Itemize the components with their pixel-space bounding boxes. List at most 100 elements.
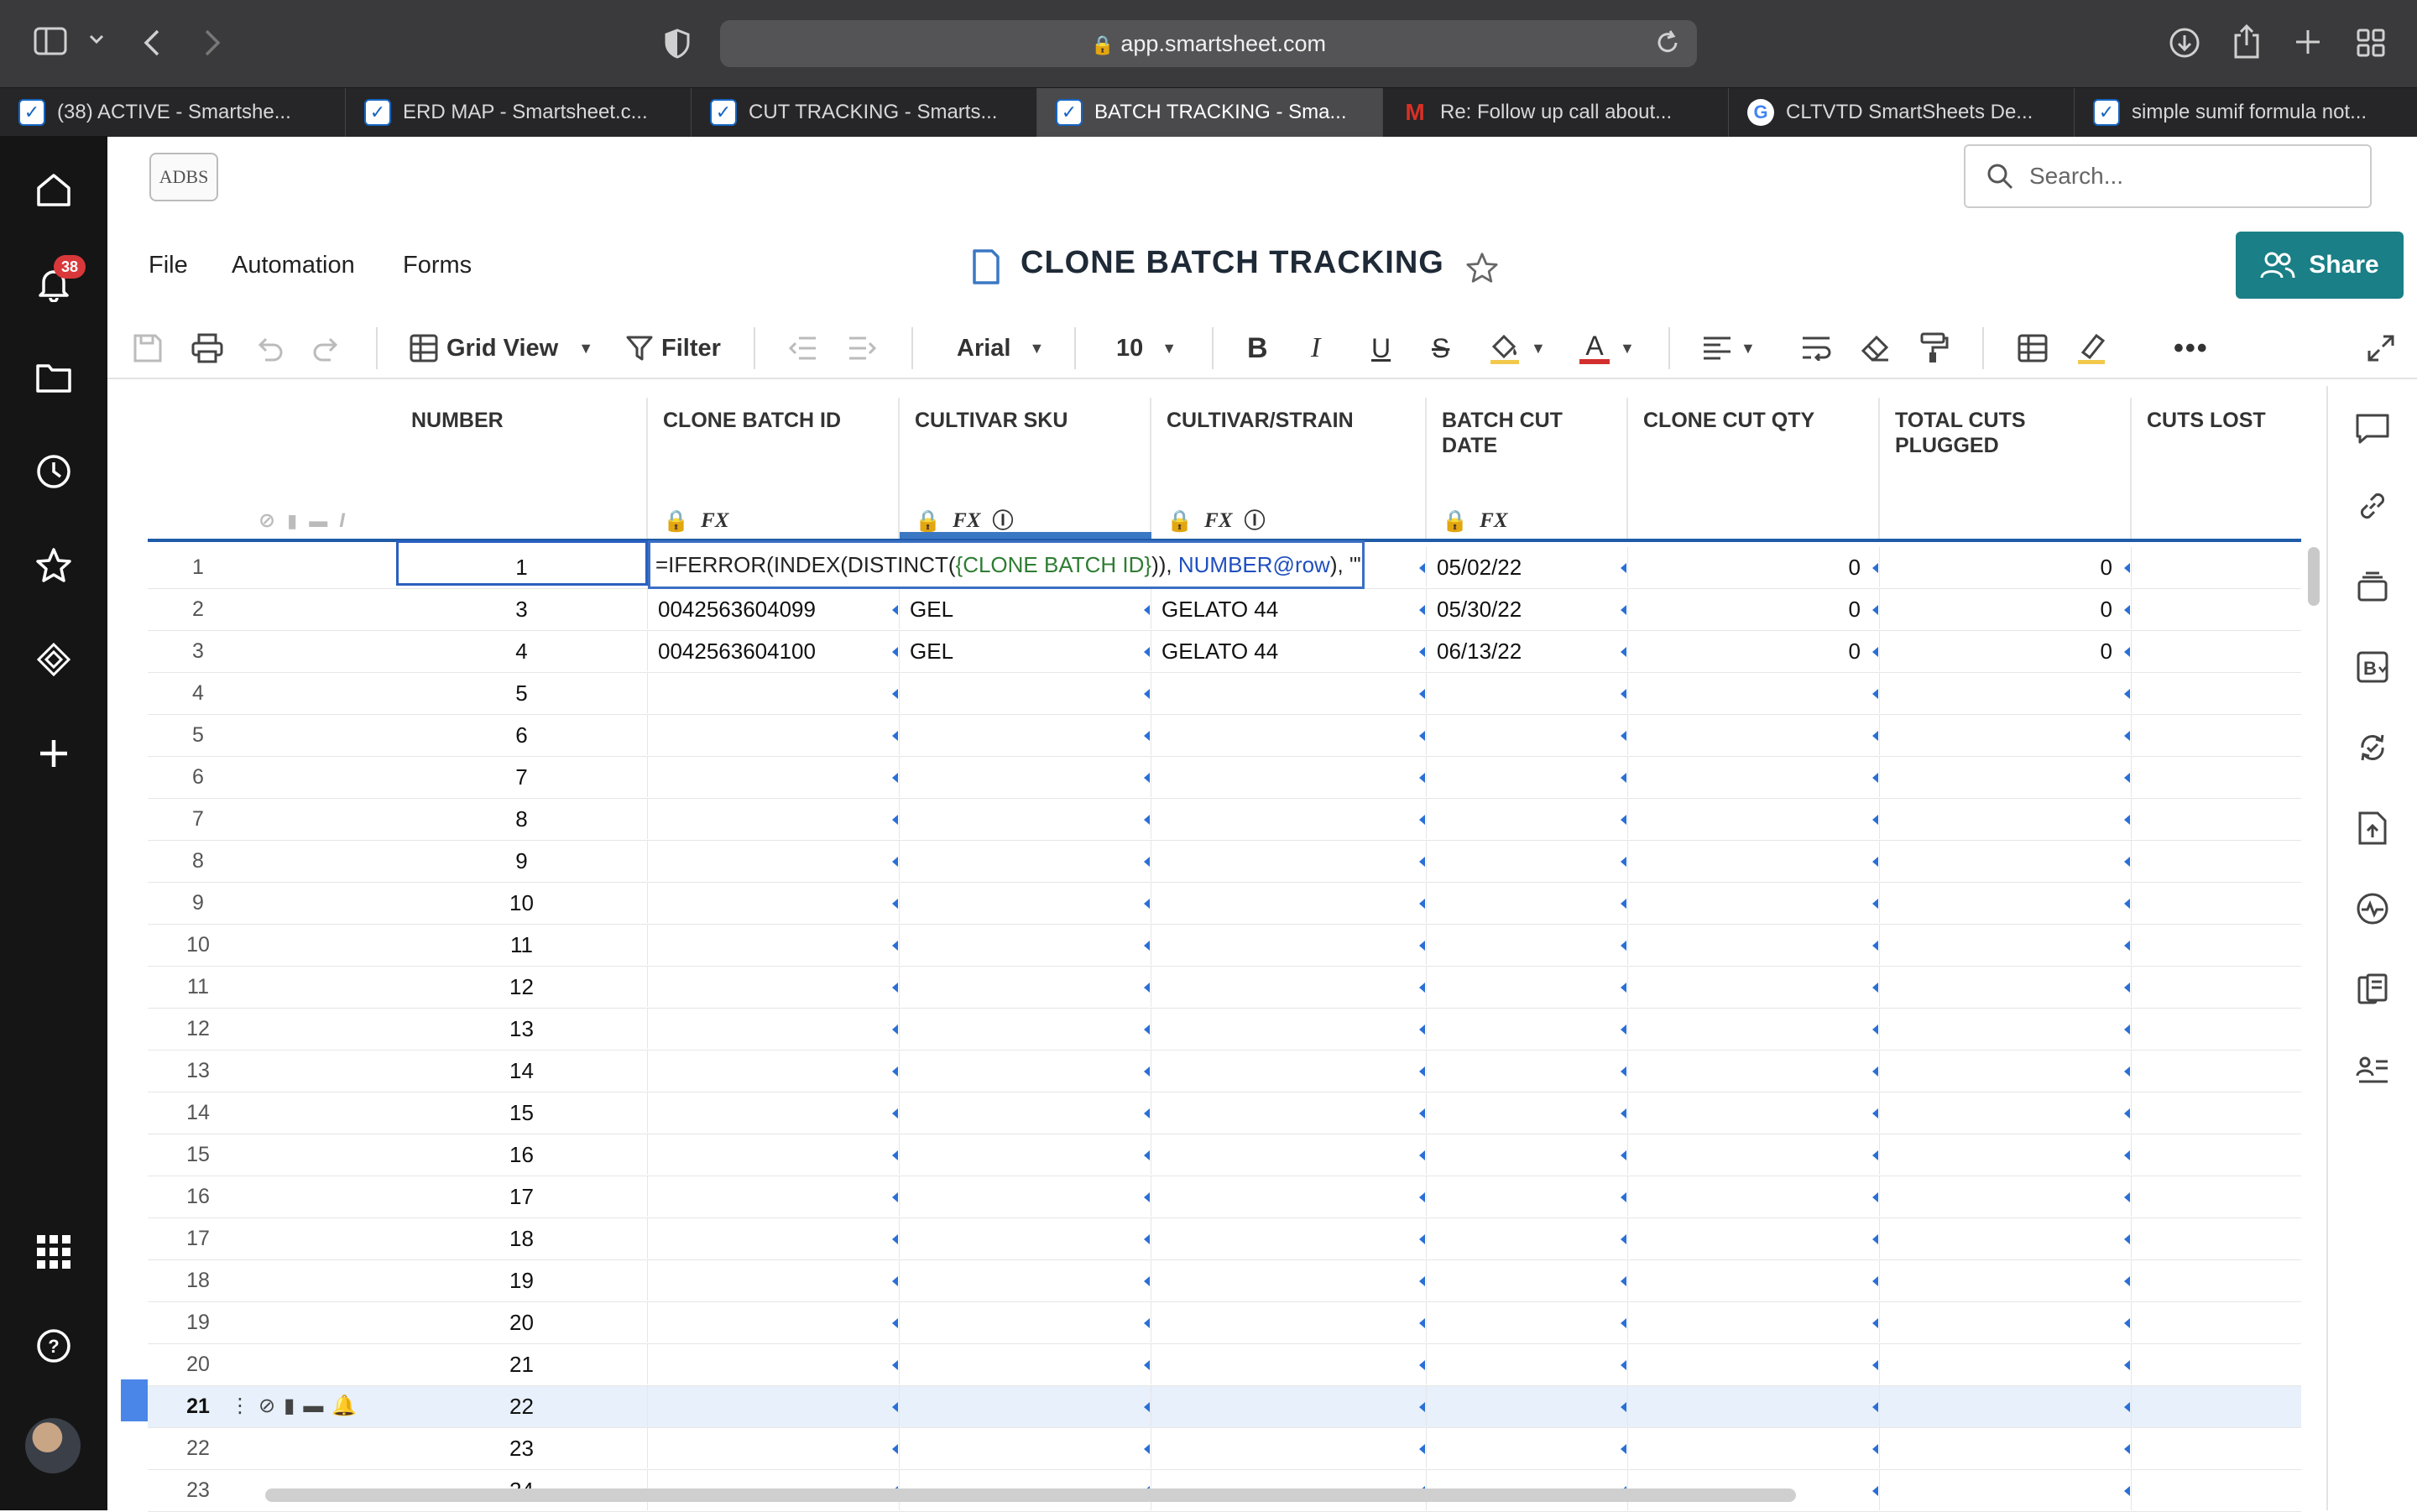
cell-clone-batch-id[interactable]: [648, 1176, 900, 1217]
cell-number[interactable]: 17: [396, 1176, 648, 1217]
folder-icon[interactable]: [30, 354, 77, 401]
highlight-changes-icon[interactable]: [2076, 329, 2106, 368]
cell-number[interactable]: 11: [396, 925, 648, 965]
browser-tab[interactable]: ✓ ERD MAP - Smartsheet.c...: [346, 88, 692, 137]
cell-clone-cut-qty[interactable]: [1628, 757, 1880, 797]
cell-cultivar-sku[interactable]: [900, 757, 1151, 797]
cell-batch-cut-date[interactable]: [1427, 757, 1628, 797]
cell-cuts-lost[interactable]: [2132, 925, 2300, 965]
cell-cuts-lost[interactable]: [2132, 1260, 2300, 1301]
cell-total-cuts-plugged[interactable]: [1880, 1428, 2132, 1468]
share-button[interactable]: Share: [2236, 232, 2404, 299]
grid-view-dropdown[interactable]: Grid View ▼: [410, 329, 593, 368]
cell-clone-cut-qty[interactable]: [1628, 715, 1880, 755]
horizontal-scrollbar[interactable]: [265, 1489, 1796, 1502]
row-number[interactable]: 6: [148, 757, 248, 797]
cell-number[interactable]: 4: [396, 631, 648, 671]
cell-cultivar-sku[interactable]: [900, 841, 1151, 881]
cell-cultivar-strain[interactable]: GELATO 44: [1151, 631, 1427, 671]
cell-cultivar-strain[interactable]: [1151, 1260, 1427, 1301]
row-number[interactable]: 2: [148, 589, 248, 629]
table-row[interactable]: 9 10: [148, 883, 2301, 925]
cell-cuts-lost[interactable]: [2132, 757, 2300, 797]
table-row[interactable]: 22 23: [148, 1428, 2301, 1470]
print-icon[interactable]: [191, 329, 223, 368]
cell-cultivar-sku[interactable]: [900, 1386, 1151, 1426]
cell-cuts-lost[interactable]: [2132, 673, 2300, 713]
cell-batch-cut-date[interactable]: [1427, 1302, 1628, 1343]
cell-batch-cut-date[interactable]: [1427, 1051, 1628, 1091]
cell-cultivar-strain[interactable]: [1151, 925, 1427, 965]
cell-number[interactable]: 21: [396, 1344, 648, 1384]
cell-total-cuts-plugged[interactable]: [1880, 1218, 2132, 1259]
row-number[interactable]: 5: [148, 715, 248, 755]
column-header-batch-cut-date[interactable]: BATCH CUT DATE 🔒 fx: [1427, 398, 1628, 540]
address-bar[interactable]: 🔒 app.smartsheet.com: [720, 20, 1697, 67]
cell-total-cuts-plugged[interactable]: [1880, 883, 2132, 923]
cell-cuts-lost[interactable]: [2132, 1386, 2300, 1426]
dynamic-view-icon[interactable]: B: [2350, 644, 2395, 690]
redo-icon[interactable]: [312, 329, 342, 368]
cell-total-cuts-plugged[interactable]: [1880, 1051, 2132, 1091]
cell-cultivar-strain[interactable]: [1151, 1428, 1427, 1468]
search-input[interactable]: Search...: [1964, 144, 2372, 208]
row-number[interactable]: 10: [148, 925, 248, 965]
cell-total-cuts-plugged[interactable]: [1880, 1302, 2132, 1343]
cell-cultivar-strain[interactable]: [1151, 967, 1427, 1007]
cell-clone-batch-id[interactable]: [648, 673, 900, 713]
reload-icon[interactable]: [1655, 30, 1680, 55]
cell-total-cuts-plugged[interactable]: [1880, 673, 2132, 713]
more-options-icon[interactable]: •••: [2174, 329, 2209, 368]
browser-tab[interactable]: G CLTVTD SmartSheets De...: [1729, 88, 2075, 137]
table-row[interactable]: 56: [148, 715, 2301, 757]
fill-color-icon[interactable]: ▼: [1489, 329, 1546, 368]
cell-clone-cut-qty[interactable]: [1628, 1009, 1880, 1049]
formula-editor[interactable]: =IFERROR(INDEX(DISTINCT({CLONE BATCH ID}…: [648, 540, 1365, 589]
cell-cuts-lost[interactable]: [2132, 1134, 2300, 1175]
cell-clone-batch-id[interactable]: [648, 1092, 900, 1133]
cell-cultivar-strain[interactable]: [1151, 673, 1427, 713]
clock-icon[interactable]: [30, 448, 77, 495]
favorite-star-icon[interactable]: [1465, 252, 1499, 284]
cell-total-cuts-plugged[interactable]: [1880, 1386, 2132, 1426]
column-header-total-cuts-plugged[interactable]: TOTAL CUTS PLUGGED: [1880, 398, 2132, 540]
cell-clone-batch-id[interactable]: 0042563604100: [648, 631, 900, 671]
cell-batch-cut-date[interactable]: [1427, 925, 1628, 965]
cell-batch-cut-date[interactable]: [1427, 1009, 1628, 1049]
cell-cuts-lost[interactable]: [2132, 1302, 2300, 1343]
cell-clone-cut-qty[interactable]: [1628, 925, 1880, 965]
cell-clone-batch-id[interactable]: [648, 757, 900, 797]
summary-pulse-icon[interactable]: [2350, 886, 2395, 931]
row-number[interactable]: 16: [148, 1176, 248, 1217]
row-number[interactable]: 22: [148, 1428, 248, 1468]
cell-clone-batch-id[interactable]: [648, 883, 900, 923]
cell-cultivar-sku[interactable]: [900, 1344, 1151, 1384]
cell-number[interactable]: 22: [396, 1386, 648, 1426]
activity-refresh-icon[interactable]: [2350, 725, 2395, 770]
cell-number[interactable]: 3: [396, 589, 648, 629]
row-number[interactable]: 3: [148, 631, 248, 671]
cell-batch-cut-date[interactable]: [1427, 1176, 1628, 1217]
cell-number[interactable]: 7: [396, 757, 648, 797]
cell-cultivar-strain[interactable]: [1151, 1134, 1427, 1175]
cell-total-cuts-plugged[interactable]: [1880, 1009, 2132, 1049]
row-number[interactable]: 9: [148, 883, 248, 923]
cell-cultivar-sku[interactable]: [900, 1009, 1151, 1049]
cell-total-cuts-plugged[interactable]: [1880, 841, 2132, 881]
table-row[interactable]: 2 3 0042563604099 GEL GELATO 44 05/30/22 0 0: [148, 589, 2301, 631]
cell-clone-cut-qty[interactable]: [1628, 967, 1880, 1007]
column-header-clone-cut-qty[interactable]: CLONE CUT QTY: [1628, 398, 1880, 540]
cell-cultivar-strain[interactable]: [1151, 1051, 1427, 1091]
row-number[interactable]: 1: [148, 547, 248, 587]
cell-total-cuts-plugged[interactable]: [1880, 1134, 2132, 1175]
row-number[interactable]: 23: [148, 1470, 248, 1510]
cell-batch-cut-date[interactable]: [1427, 883, 1628, 923]
cell-clone-cut-qty[interactable]: [1628, 1428, 1880, 1468]
user-list-icon[interactable]: [2350, 1047, 2395, 1092]
table-row[interactable]: 89: [148, 841, 2301, 883]
expand-icon[interactable]: [2367, 329, 2395, 368]
cell-clone-batch-id[interactable]: [648, 841, 900, 881]
cell-clone-batch-id[interactable]: [648, 1051, 900, 1091]
table-row[interactable]: 14 15: [148, 1092, 2301, 1134]
cell-batch-cut-date[interactable]: 05/02/22: [1427, 547, 1628, 587]
